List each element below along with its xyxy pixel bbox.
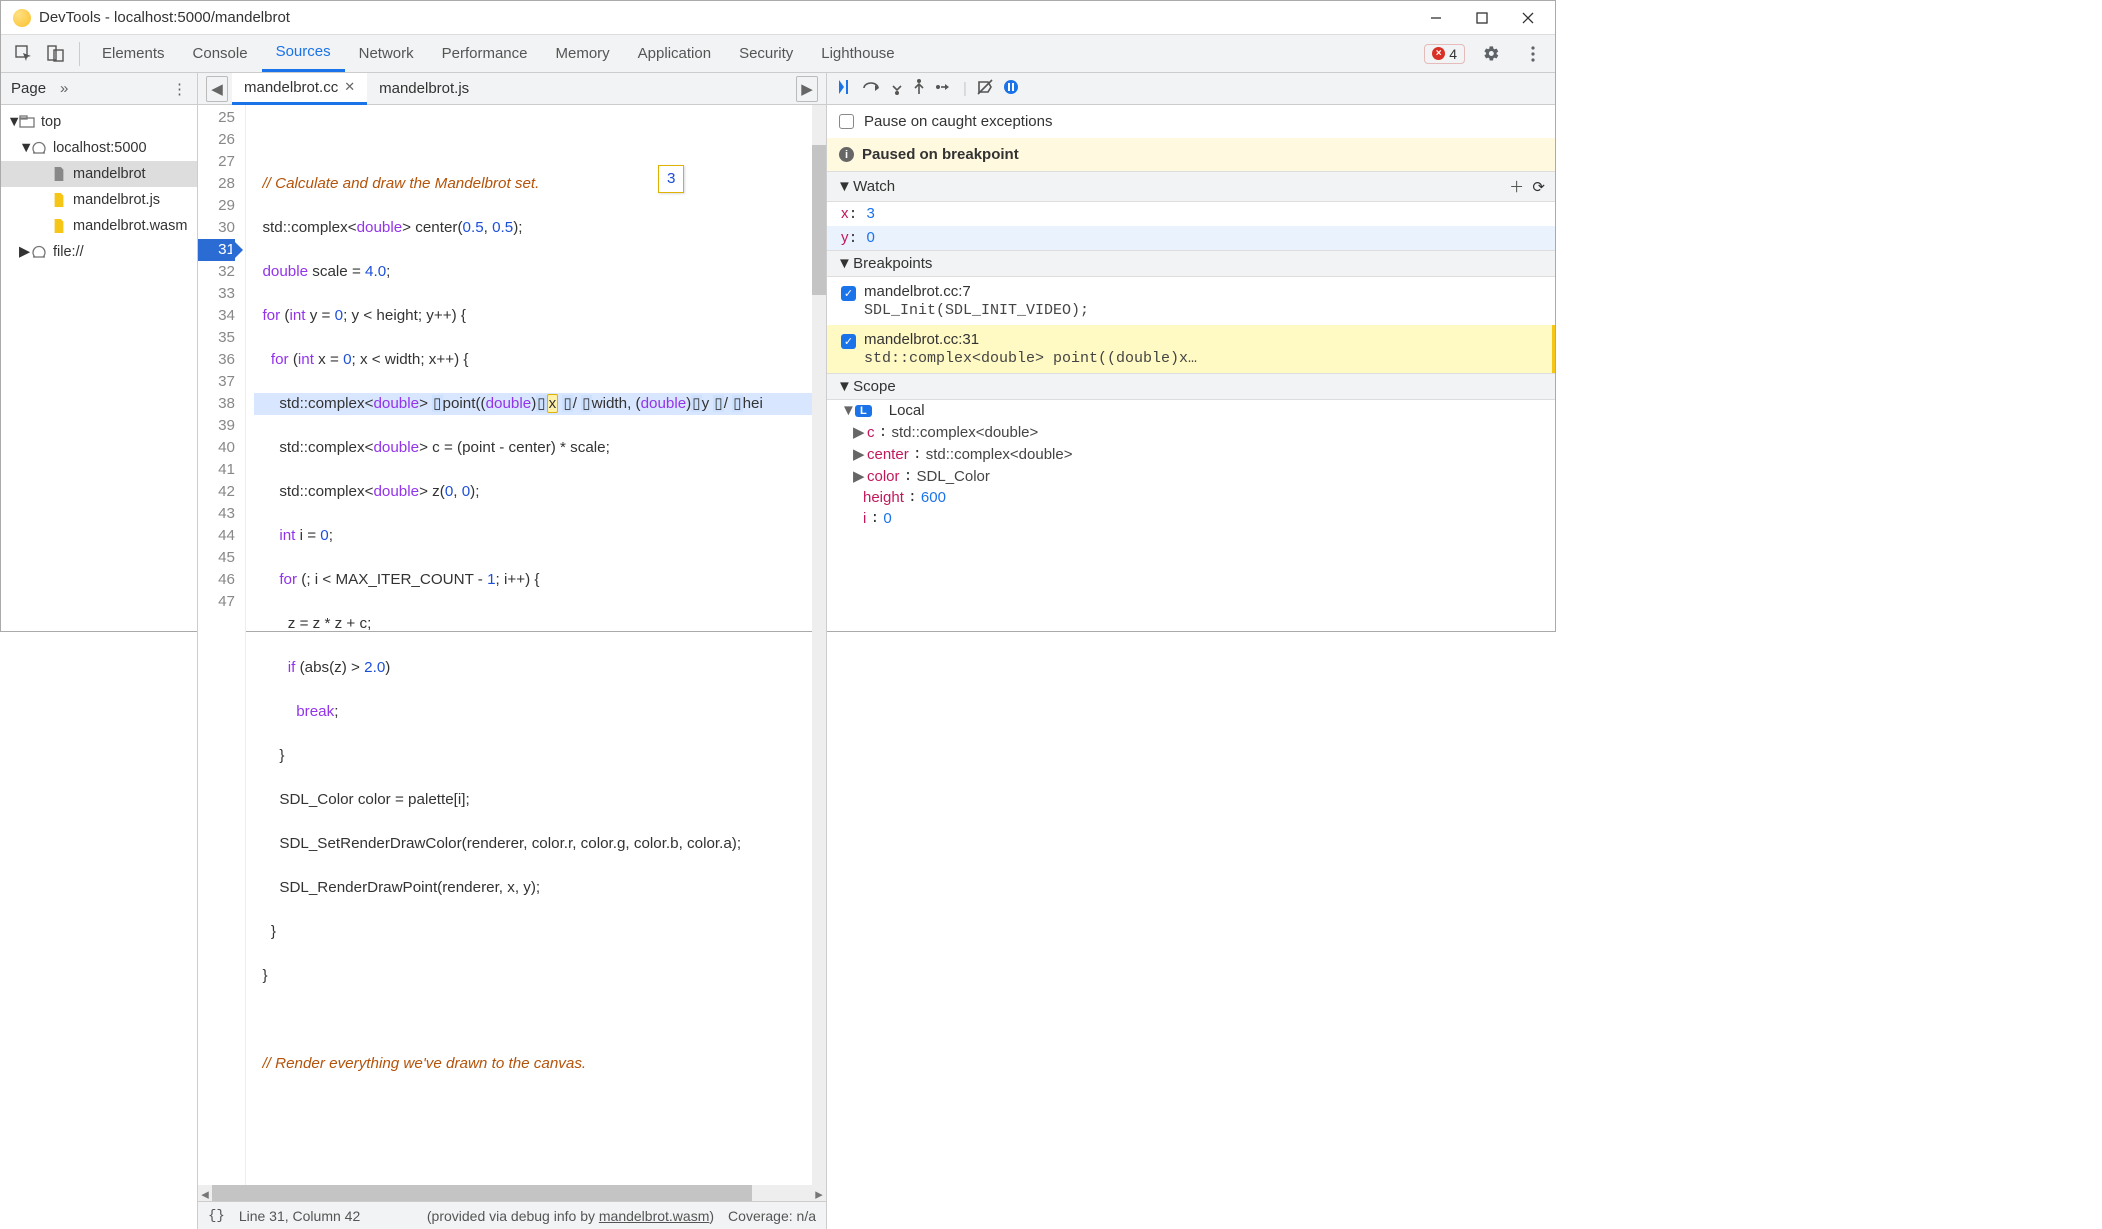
breakpoint-code: std::complex<double> point((double)x… <box>864 350 1197 367</box>
tab-network[interactable]: Network <box>345 34 428 72</box>
file-tab-mandelbrot-cc[interactable]: mandelbrot.cc ✕ <box>232 73 367 105</box>
breakpoint-item[interactable]: ✓ mandelbrot.cc:31std::complex<double> po… <box>827 325 1555 373</box>
checkbox-icon[interactable] <box>839 114 854 129</box>
divider <box>79 42 80 66</box>
banner-text: Paused on breakpoint <box>862 146 1019 163</box>
tree-file-scheme[interactable]: ▶file:// <box>1 239 197 265</box>
add-watch-icon[interactable]: ＋ <box>1509 176 1524 197</box>
close-icon[interactable]: ✕ <box>344 79 355 95</box>
resume-button[interactable] <box>837 79 853 99</box>
debugger-toggle-icon[interactable]: ▶ <box>796 76 818 102</box>
checkbox-icon[interactable]: ✓ <box>841 286 856 301</box>
tree-top[interactable]: ▼top <box>1 109 197 135</box>
tree-origin[interactable]: ▼localhost:5000 <box>1 135 197 161</box>
refresh-watch-icon[interactable]: ⟳ <box>1532 178 1545 196</box>
main-toolbar: Elements Console Sources Network Perform… <box>1 35 1555 73</box>
gutter[interactable]: 2526272829303132333435363738394041424344… <box>198 105 246 1185</box>
breakpoint-location: mandelbrot.cc:31 <box>864 331 1197 348</box>
scope-group[interactable]: ▼L Local <box>827 400 1555 421</box>
code-area[interactable]: // Calculate and draw the Mandelbrot set… <box>246 105 812 1185</box>
deactivate-breakpoints-button[interactable] <box>977 79 993 99</box>
scope-item[interactable]: ▶center: std::complex<double> <box>827 443 1555 465</box>
tab-lighthouse[interactable]: Lighthouse <box>807 34 908 72</box>
tab-performance[interactable]: Performance <box>428 34 542 72</box>
pause-on-caught-row[interactable]: Pause on caught exceptions <box>827 105 1555 138</box>
scope-item[interactable]: ▶color: SDL_Color <box>827 465 1555 487</box>
coverage-info: Coverage: n/a <box>728 1208 816 1224</box>
watch-header-label: Watch <box>853 178 895 195</box>
step-over-button[interactable] <box>863 80 881 98</box>
breakpoints-header-label: Breakpoints <box>853 255 932 272</box>
debugger-panel: | Pause on caught exceptions iPaused on … <box>827 73 1555 1229</box>
pause-exceptions-button[interactable] <box>1003 79 1019 99</box>
horizontal-scrollbar[interactable]: ◂▸ <box>198 1185 826 1201</box>
tab-memory[interactable]: Memory <box>542 34 624 72</box>
breakpoint-location: mandelbrot.cc:7 <box>864 283 1089 300</box>
pretty-print-icon[interactable]: {} <box>208 1208 225 1224</box>
watch-item[interactable]: x: 3 <box>827 202 1555 226</box>
scope-header-label: Scope <box>853 378 896 395</box>
close-button[interactable] <box>1505 1 1551 35</box>
tree-root-label: top <box>41 111 61 133</box>
sidebar-more-icon[interactable]: » <box>60 80 68 97</box>
sidebar-tab-page[interactable]: Page <box>11 80 46 97</box>
tree-file-scheme-label: file:// <box>53 241 84 263</box>
checkbox-icon[interactable]: ✓ <box>841 334 856 349</box>
pause-caught-label: Pause on caught exceptions <box>864 113 1052 130</box>
tree-file-mandelbrot-wasm[interactable]: mandelbrot.wasm <box>1 213 197 239</box>
tree-file-label: mandelbrot <box>73 163 146 185</box>
error-badge[interactable]: ×4 <box>1424 44 1465 64</box>
minimize-button[interactable] <box>1413 1 1459 35</box>
scope-item[interactable]: height: 600 <box>827 487 1555 508</box>
navigator-toggle-icon[interactable]: ◀ <box>206 76 228 102</box>
scope-item[interactable]: ▶c: std::complex<double> <box>827 421 1555 443</box>
tab-security[interactable]: Security <box>725 34 807 72</box>
tree-file-mandelbrot[interactable]: mandelbrot <box>1 161 197 187</box>
breakpoint-item[interactable]: ✓ mandelbrot.cc:7 SDL_Init(SDL_INIT_VIDEO)… <box>827 277 1555 325</box>
tree-file-label: mandelbrot.js <box>73 189 160 211</box>
settings-gear-icon[interactable] <box>1480 43 1502 65</box>
devtools-logo-icon <box>13 9 31 27</box>
tab-sources[interactable]: Sources <box>262 34 345 72</box>
breakpoints-header[interactable]: ▼ Breakpoints <box>827 250 1555 277</box>
tab-application[interactable]: Application <box>624 34 725 72</box>
panel-tabs: Elements Console Sources Network Perform… <box>88 35 909 72</box>
device-toggle-icon[interactable] <box>44 43 66 65</box>
error-count: 4 <box>1449 46 1457 62</box>
breakpoint-code: SDL_Init(SDL_INIT_VIDEO); <box>864 302 1089 319</box>
watch-header[interactable]: ▼ Watch＋ ⟳ <box>827 171 1555 202</box>
sidebar-menu-icon[interactable]: ⋮ <box>172 80 187 98</box>
paused-banner: iPaused on breakpoint <box>827 138 1555 171</box>
tree-file-label: mandelbrot.wasm <box>73 215 187 237</box>
titlebar: DevTools - localhost:5000/mandelbrot <box>1 1 1555 35</box>
editor-panel: ◀ mandelbrot.cc ✕ mandelbrot.js ▶ 2526272… <box>198 73 826 1229</box>
step-out-button[interactable] <box>913 79 925 99</box>
tree-file-mandelbrot-js[interactable]: mandelbrot.js <box>1 187 197 213</box>
watch-item[interactable]: y: 0 <box>827 226 1555 250</box>
window-title: DevTools - localhost:5000/mandelbrot <box>39 9 1413 26</box>
kebab-menu-icon[interactable] <box>1522 43 1544 65</box>
file-tab-label: mandelbrot.js <box>379 80 469 97</box>
maximize-button[interactable] <box>1459 1 1505 35</box>
code-editor[interactable]: 2526272829303132333435363738394041424344… <box>198 105 826 1185</box>
tab-console[interactable]: Console <box>179 34 262 72</box>
file-tree: ▼top ▼localhost:5000 mandelbrot mandelbr… <box>1 105 197 269</box>
step-into-button[interactable] <box>891 79 903 99</box>
cursor-position: Line 31, Column 42 <box>239 1208 360 1224</box>
scope-item[interactable]: i: 0 <box>827 508 1555 529</box>
tree-origin-label: localhost:5000 <box>53 137 147 159</box>
step-button[interactable] <box>935 80 953 97</box>
navigator-sidebar: Page » ⋮ ▼top ▼localhost:5000 mandelbrot… <box>1 73 197 1229</box>
inspect-icon[interactable] <box>12 43 34 65</box>
vertical-scrollbar[interactable] <box>812 105 826 1185</box>
source-info: (provided via debug info by mandelbrot.w… <box>427 1208 714 1224</box>
scope-header[interactable]: ▼ Scope <box>827 373 1555 400</box>
tab-elements[interactable]: Elements <box>88 34 179 72</box>
scope-group-label: Local <box>889 402 925 419</box>
hover-tooltip: 3 <box>658 165 684 193</box>
source-map-link[interactable]: mandelbrot.wasm <box>599 1208 710 1224</box>
file-tab-mandelbrot-js[interactable]: mandelbrot.js <box>367 73 481 105</box>
editor-statusbar: {} Line 31, Column 42 (provided via debu… <box>198 1201 826 1229</box>
file-tab-label: mandelbrot.cc <box>244 79 338 96</box>
